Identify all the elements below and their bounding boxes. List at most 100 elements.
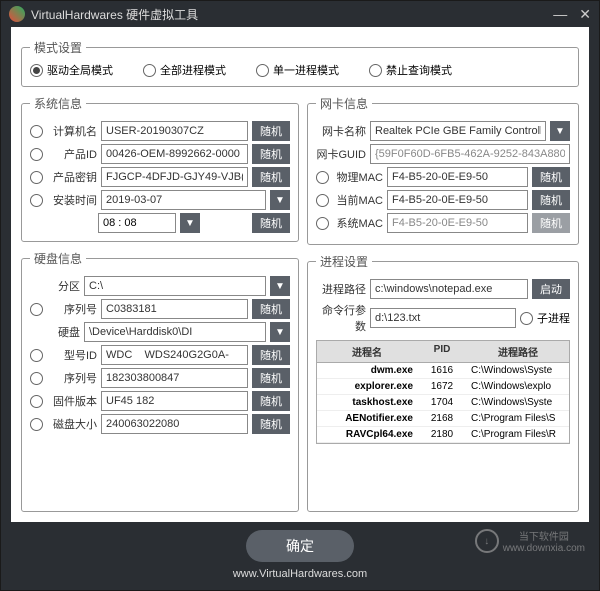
install-time-input[interactable]	[98, 213, 176, 233]
install-time-label: 安装时间	[47, 192, 97, 208]
mode-opt-global[interactable]: 驱动全局模式	[30, 62, 113, 78]
random-button[interactable]: 随机	[252, 368, 290, 388]
radio-icon[interactable]	[30, 303, 43, 316]
serial-input[interactable]	[101, 299, 248, 319]
serial2-label: 序列号	[47, 370, 97, 386]
footer-url: www.VirtualHardwares.com	[1, 566, 599, 582]
size-input[interactable]	[101, 414, 248, 434]
sysinfo-legend: 系统信息	[30, 95, 86, 112]
confirm-button[interactable]: 确定	[246, 530, 354, 562]
confirm-bar: 确定 ↓ 当下软件园 www.downxia.com	[1, 522, 599, 566]
table-row[interactable]: taskhost.exe1704C:\Windows\Syste	[317, 395, 569, 411]
radio-icon[interactable]	[520, 312, 533, 325]
radio-icon[interactable]	[30, 148, 43, 161]
radio-icon[interactable]	[30, 349, 43, 362]
phy-mac-label: 物理MAC	[333, 169, 383, 185]
install-date-input[interactable]	[101, 190, 266, 210]
firmware-label: 固件版本	[47, 393, 97, 409]
net-name-label: 网卡名称	[316, 123, 366, 139]
random-button[interactable]: 随机	[252, 121, 290, 141]
random-button[interactable]: 随机	[532, 190, 570, 210]
proc-path-input[interactable]	[370, 279, 528, 299]
phy-mac-input[interactable]	[387, 167, 528, 187]
size-label: 磁盘大小	[47, 416, 97, 432]
serial-label: 序列号	[47, 301, 97, 317]
radio-icon[interactable]	[316, 194, 329, 207]
random-button[interactable]: 随机	[252, 299, 290, 319]
cell-pid: 1616	[417, 363, 467, 378]
random-button[interactable]: 随机	[252, 144, 290, 164]
table-row[interactable]: RAVCpl64.exe2180C:\Program Files\R	[317, 427, 569, 443]
sys-mac-input	[387, 213, 528, 233]
product-key-input[interactable]	[101, 167, 248, 187]
diskinfo-group: 硬盘信息 分区▼ 序列号随机 硬盘▼ 型号ID随机 序列号随机 固件版本随机 磁…	[21, 250, 299, 512]
serial2-input[interactable]	[101, 368, 248, 388]
cell-name: explorer.exe	[317, 379, 417, 394]
radio-icon[interactable]	[30, 125, 43, 138]
cell-path: C:\Windows\explo	[467, 379, 569, 394]
model-label: 型号ID	[47, 347, 97, 363]
cur-mac-input[interactable]	[387, 190, 528, 210]
cell-pid: 1672	[417, 379, 467, 394]
table-row[interactable]: AENotifier.exe2168C:\Program Files\S	[317, 411, 569, 427]
mode-opt-allproc[interactable]: 全部进程模式	[143, 62, 226, 78]
proc-args-input[interactable]	[370, 308, 516, 328]
netinfo-legend: 网卡信息	[316, 95, 372, 112]
radio-icon[interactable]	[30, 395, 43, 408]
random-button[interactable]: 随机	[252, 414, 290, 434]
computer-name-input[interactable]	[101, 121, 248, 141]
chevron-down-icon[interactable]: ▼	[270, 322, 290, 342]
th-name: 进程名	[317, 341, 417, 362]
start-button[interactable]: 启动	[532, 279, 570, 299]
th-pid: PID	[417, 341, 467, 362]
random-button: 随机	[532, 213, 570, 233]
firmware-input[interactable]	[101, 391, 248, 411]
partition-input[interactable]	[84, 276, 266, 296]
app-title: VirtualHardwares 硬件虚拟工具	[31, 6, 198, 23]
net-guid-label: 网卡GUID	[316, 146, 366, 162]
radio-icon	[143, 64, 156, 77]
table-row[interactable]: dwm.exe1616C:\Windows\Syste	[317, 363, 569, 379]
radio-icon[interactable]	[30, 418, 43, 431]
partition-label: 分区	[30, 278, 80, 294]
radio-icon[interactable]	[30, 372, 43, 385]
proc-group: 进程设置 进程路径启动 命令行参数子进程 进程名 PID 进程路径 dwm.ex…	[307, 253, 579, 512]
proc-args-label: 命令行参数	[316, 302, 366, 334]
net-name-input[interactable]	[370, 121, 546, 141]
random-button[interactable]: 随机	[252, 391, 290, 411]
cell-name: taskhost.exe	[317, 395, 417, 410]
radio-icon[interactable]	[316, 171, 329, 184]
model-input[interactable]	[101, 345, 248, 365]
cur-mac-label: 当前MAC	[333, 192, 383, 208]
radio-icon	[256, 64, 269, 77]
random-button[interactable]: 随机	[532, 167, 570, 187]
radio-icon[interactable]	[30, 194, 43, 207]
radio-icon[interactable]	[30, 171, 43, 184]
close-icon[interactable]: ✕	[579, 6, 591, 23]
sysinfo-group: 系统信息 计算机名随机 产品ID随机 产品密钥随机 安装时间▼ ▼随机	[21, 95, 299, 242]
radio-icon[interactable]	[316, 217, 329, 230]
disk-label: 硬盘	[30, 324, 80, 340]
mode-legend: 模式设置	[30, 39, 86, 56]
cell-pid: 2168	[417, 411, 467, 426]
chevron-down-icon[interactable]: ▼	[550, 121, 570, 141]
diskinfo-legend: 硬盘信息	[30, 250, 86, 267]
mode-opt-deny[interactable]: 禁止查询模式	[369, 62, 452, 78]
cell-name: RAVCpl64.exe	[317, 427, 417, 442]
minimize-icon[interactable]: —	[553, 6, 567, 23]
random-button[interactable]: 随机	[252, 213, 290, 233]
chevron-down-icon[interactable]: ▼	[270, 190, 290, 210]
table-row[interactable]: explorer.exe1672C:\Windows\explo	[317, 379, 569, 395]
product-id-label: 产品ID	[47, 146, 97, 162]
watermark: ↓ 当下软件园 www.downxia.com	[475, 528, 585, 554]
product-id-input[interactable]	[101, 144, 248, 164]
random-button[interactable]: 随机	[252, 345, 290, 365]
random-button[interactable]: 随机	[252, 167, 290, 187]
disk-input[interactable]	[84, 322, 266, 342]
netinfo-group: 网卡信息 网卡名称▼ 网卡GUID 物理MAC随机 当前MAC随机 系统MAC随…	[307, 95, 579, 245]
chevron-down-icon[interactable]: ▼	[270, 276, 290, 296]
mode-opt-single[interactable]: 单一进程模式	[256, 62, 339, 78]
chevron-down-icon[interactable]: ▼	[180, 213, 200, 233]
net-guid-input	[370, 144, 570, 164]
titlebar[interactable]: VirtualHardwares 硬件虚拟工具 — ✕	[1, 1, 599, 27]
